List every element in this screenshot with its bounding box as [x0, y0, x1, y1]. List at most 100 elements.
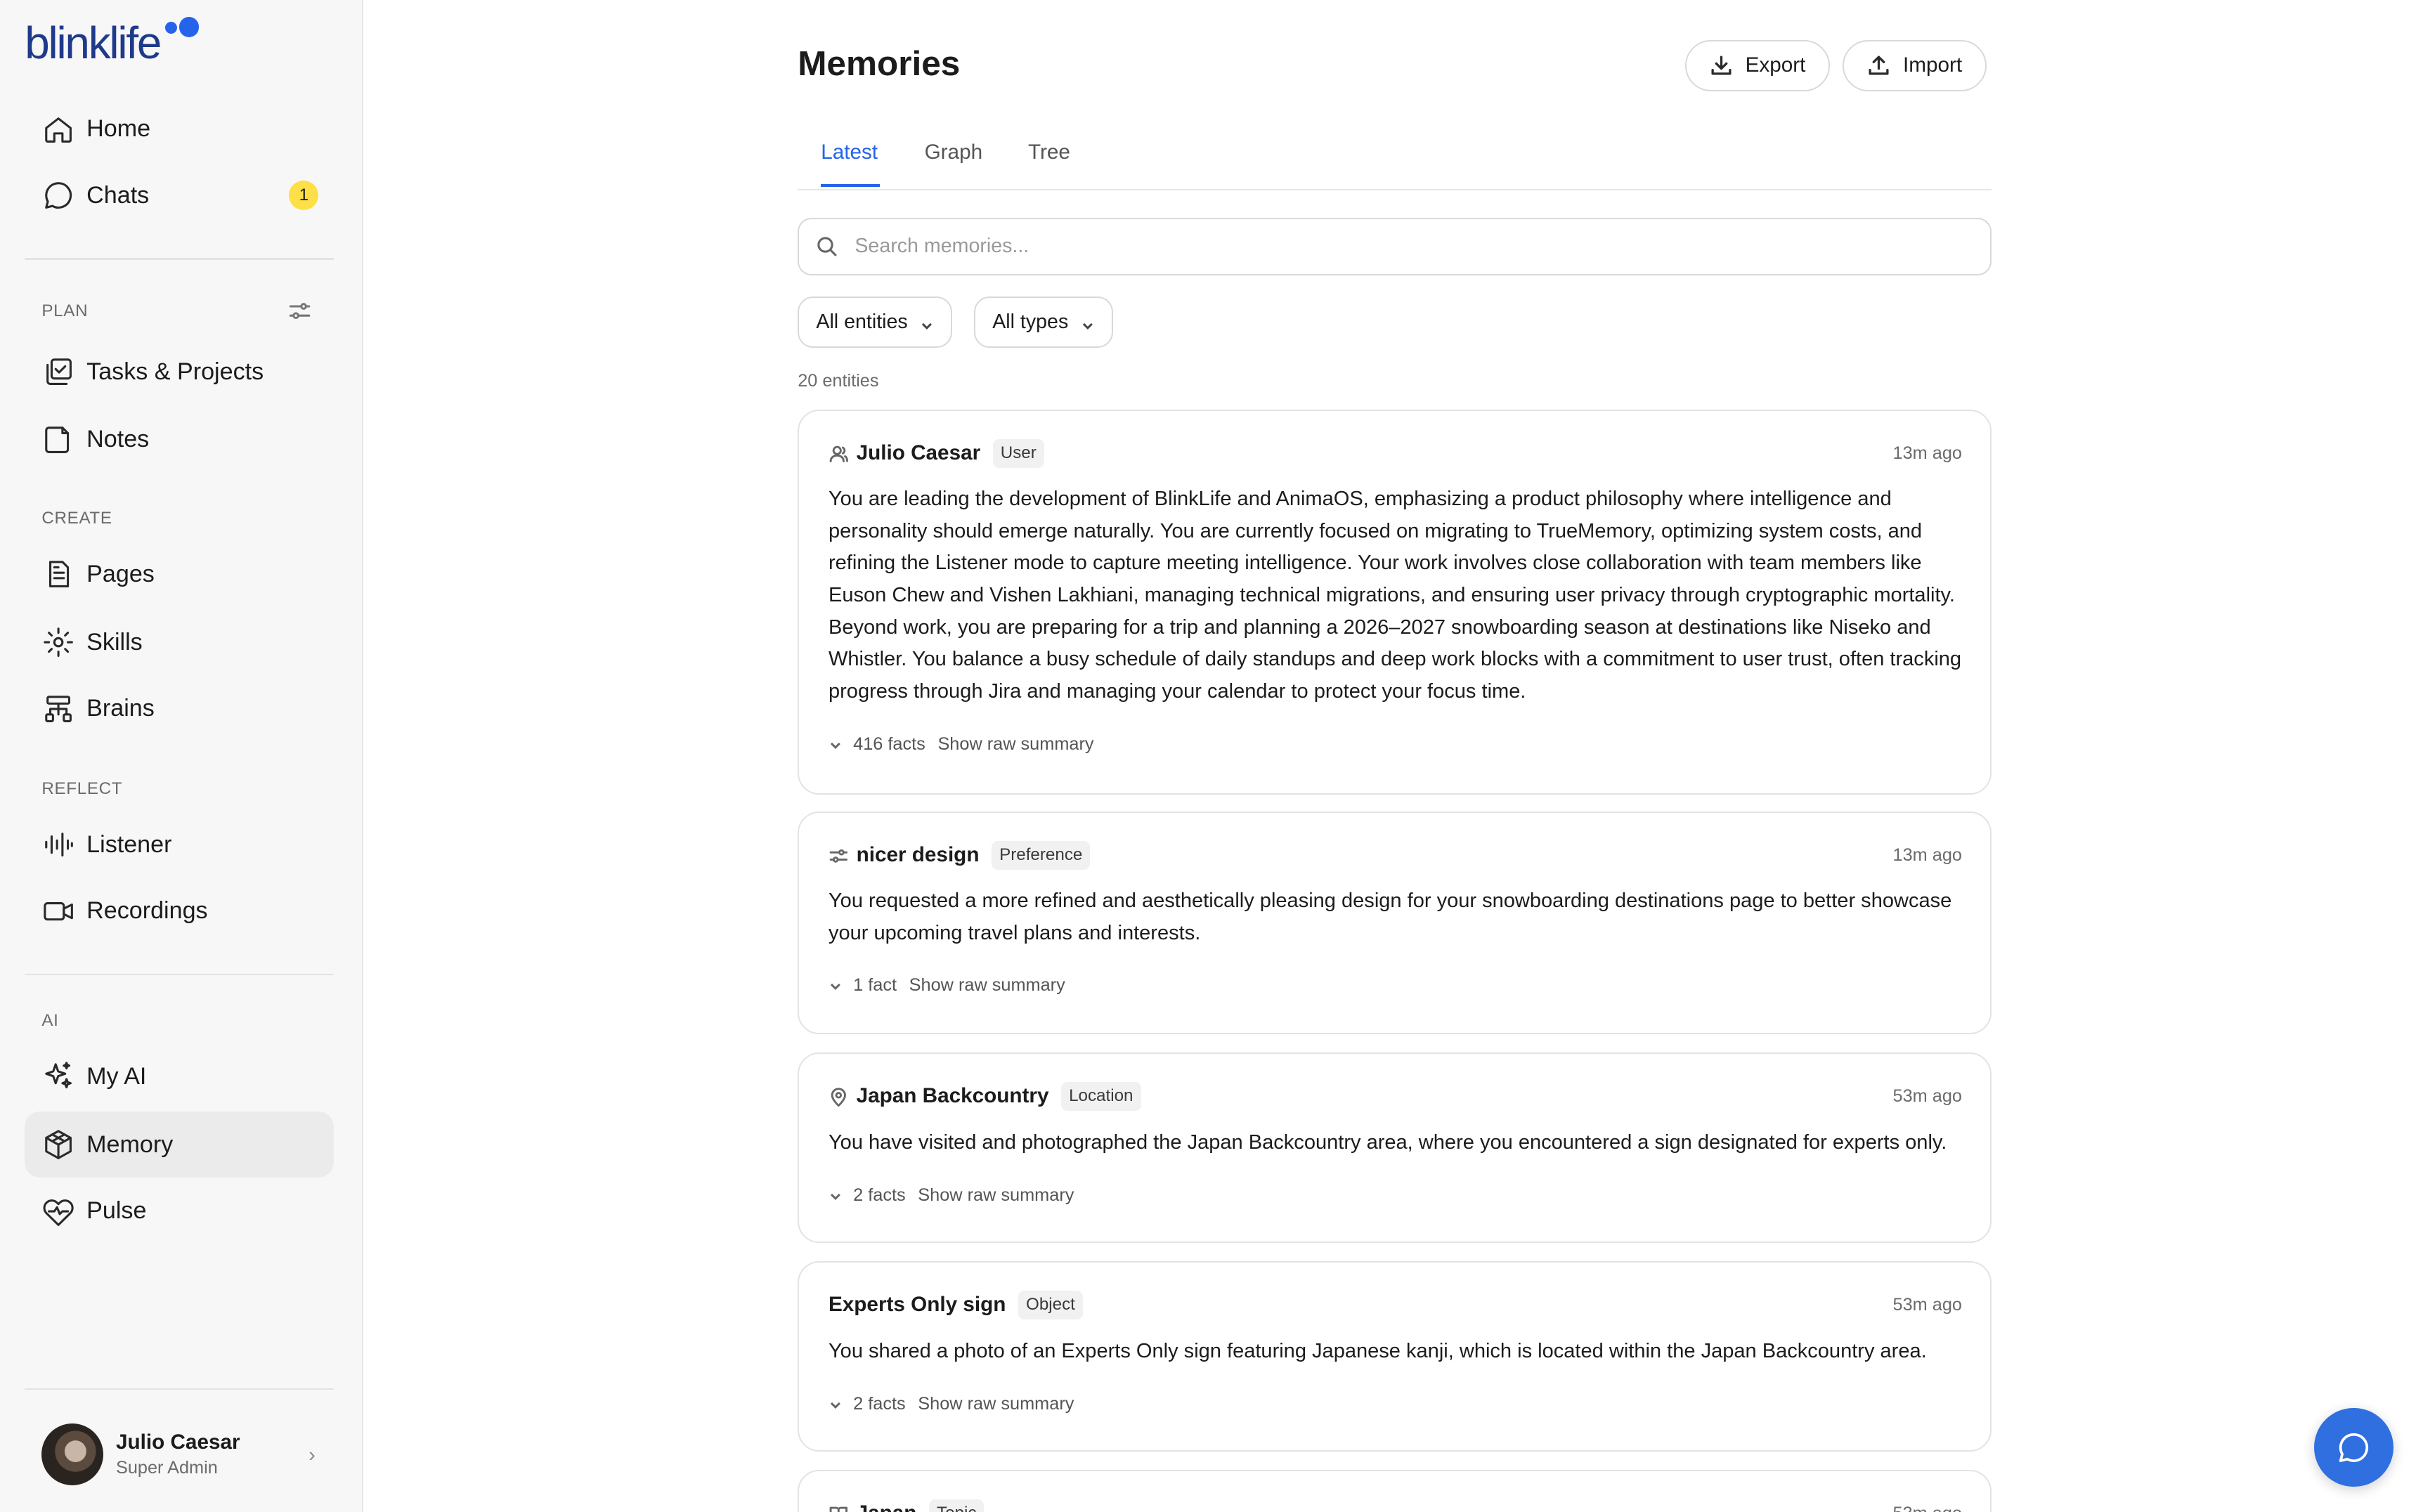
audio-wave-icon	[41, 828, 75, 861]
section-label-ai: AI	[41, 1010, 59, 1030]
tab-latest[interactable]: Latest	[821, 141, 878, 164]
memory-summary: You have visited and photographed the Ja…	[828, 1130, 1947, 1154]
page-title: Memories	[798, 44, 961, 83]
chevron-down-icon[interactable]	[829, 978, 844, 993]
memory-type-tag: Location	[1061, 1081, 1141, 1111]
sidebar-item-chats[interactable]: Chats 1	[25, 162, 334, 229]
sidebar-item-label: Pulse	[86, 1197, 147, 1225]
sidebar-item-pages[interactable]: Pages	[25, 541, 334, 608]
sparkles-icon	[41, 1060, 75, 1093]
entity-count: 20 entities	[798, 371, 879, 391]
tab-tree[interactable]: Tree	[1028, 141, 1070, 164]
tab-graph[interactable]: Graph	[925, 141, 983, 164]
show-raw-summary-link[interactable]: Show raw summary	[937, 734, 1093, 755]
chevron-down-icon[interactable]	[829, 1397, 844, 1412]
brand-logo[interactable]: blinklife	[25, 15, 208, 71]
sidebar-item-label: Chats	[86, 181, 150, 209]
map-pin-icon	[829, 1086, 850, 1107]
video-camera-icon	[41, 894, 75, 928]
sidebar-item-label: Listener	[86, 830, 172, 858]
sliders-icon[interactable]	[287, 299, 312, 323]
sliders-icon	[829, 845, 850, 866]
sidebar-item-pulse[interactable]: Pulse	[25, 1178, 334, 1244]
memory-card[interactable]: Experts Only sign Object 53m ago You sha…	[798, 1261, 1992, 1452]
user-profile-card[interactable]: Julio Caesar Super Admin ›	[25, 1412, 334, 1498]
sidebar-item-tasks-projects[interactable]: Tasks & Projects	[25, 339, 334, 405]
chevron-down-icon	[1081, 315, 1095, 330]
section-label-create: CREATE	[41, 508, 112, 528]
sidebar-item-label: Home	[86, 115, 151, 143]
sidebar-item-home[interactable]: Home	[25, 96, 334, 162]
user-role: Super Admin	[115, 1457, 218, 1478]
sidebar-item-listener[interactable]: Listener	[25, 812, 334, 878]
import-label: Import	[1902, 53, 1963, 77]
skills-icon	[41, 625, 75, 659]
export-label: Export	[1745, 53, 1806, 77]
search-input[interactable]	[855, 235, 1937, 259]
show-raw-summary-link[interactable]: Show raw summary	[918, 1394, 1074, 1414]
sidebar-item-my-ai[interactable]: My AI	[25, 1043, 334, 1110]
facts-count-toggle[interactable]: 2 facts	[853, 1394, 906, 1414]
download-icon	[1711, 56, 1732, 75]
sidebar-item-label: Recordings	[86, 897, 208, 925]
sidebar-item-label: Notes	[86, 426, 150, 453]
heart-pulse-icon	[41, 1194, 75, 1227]
chevron-right-icon: ›	[308, 1443, 316, 1466]
chat-fab-button[interactable]	[2314, 1408, 2393, 1487]
export-button[interactable]: Export	[1685, 40, 1831, 91]
memory-name: nicer design	[856, 843, 980, 867]
sidebar: blinklife Home Chats 1 PLAN Tasks & Proj…	[0, 0, 363, 1512]
chevron-down-icon[interactable]	[829, 1188, 844, 1204]
chevron-down-icon[interactable]	[829, 736, 844, 752]
type-filter-dropdown[interactable]: All types	[974, 296, 1113, 348]
section-label-reflect: REFLECT	[41, 778, 123, 798]
sidebar-item-recordings[interactable]: Recordings	[25, 878, 334, 945]
memory-card[interactable]: nicer design Preference 13m ago You requ…	[798, 812, 1992, 1034]
memory-name: Experts Only sign	[828, 1293, 1006, 1317]
memory-card[interactable]: Julio Caesar User 13m ago You are leadin…	[798, 410, 1992, 795]
show-raw-summary-link[interactable]: Show raw summary	[918, 1185, 1074, 1206]
sidebar-item-brains[interactable]: Brains	[25, 675, 334, 742]
sidebar-divider	[25, 1388, 334, 1390]
sidebar-item-notes[interactable]: Notes	[25, 407, 334, 474]
search-box[interactable]	[798, 218, 1992, 275]
user-name: Julio Caesar	[115, 1430, 240, 1454]
facts-count-toggle[interactable]: 2 facts	[853, 1185, 906, 1206]
facts-count-toggle[interactable]: 1 fact	[853, 975, 897, 996]
memory-name: Japan	[857, 1501, 917, 1511]
sidebar-item-label: Skills	[86, 628, 143, 656]
memory-type-tag: Object	[1018, 1290, 1083, 1319]
chevron-down-icon	[920, 315, 934, 330]
sidebar-item-label: Pages	[86, 560, 155, 587]
type-filter-value: All types	[992, 311, 1069, 334]
sidebar-item-label: Memory	[86, 1130, 174, 1158]
home-icon	[41, 112, 75, 145]
memory-cube-icon	[41, 1128, 75, 1161]
entity-filter-dropdown[interactable]: All entities	[798, 296, 953, 348]
view-tabs: Latest Graph Tree	[798, 130, 1992, 190]
page-icon	[41, 557, 75, 591]
search-icon	[817, 237, 837, 256]
active-tab-indicator	[821, 183, 880, 188]
memory-summary: You shared a photo of an Experts Only si…	[828, 1339, 1927, 1362]
brand-name: blinklife	[25, 18, 162, 68]
entity-filter-value: All entities	[816, 311, 908, 334]
logo-dots-icon	[162, 15, 208, 46]
avatar	[41, 1423, 104, 1486]
memory-summary: You are leading the development of Blink…	[828, 488, 1962, 703]
facts-count-toggle[interactable]: 416 facts	[853, 734, 925, 755]
memory-time: 53m ago	[1893, 1504, 1962, 1511]
memory-type-tag: User	[992, 438, 1044, 468]
show-raw-summary-link[interactable]: Show raw summary	[909, 975, 1065, 996]
memory-type-tag: Preference	[992, 840, 1091, 870]
import-button[interactable]: Import	[1843, 40, 1987, 91]
sidebar-item-memory[interactable]: Memory	[25, 1111, 334, 1178]
sidebar-item-skills[interactable]: Skills	[25, 609, 334, 676]
note-icon	[41, 423, 75, 457]
memory-type-tag: Topic	[928, 1499, 985, 1512]
section-label-plan: PLAN	[41, 301, 89, 320]
memory-name: Japan Backcountry	[856, 1084, 1049, 1108]
upload-icon	[1869, 56, 1889, 75]
memory-card[interactable]: Japan Backcountry Location 53m ago You h…	[798, 1052, 1992, 1243]
memory-card[interactable]: Japan Topic 53m ago	[798, 1470, 1992, 1512]
